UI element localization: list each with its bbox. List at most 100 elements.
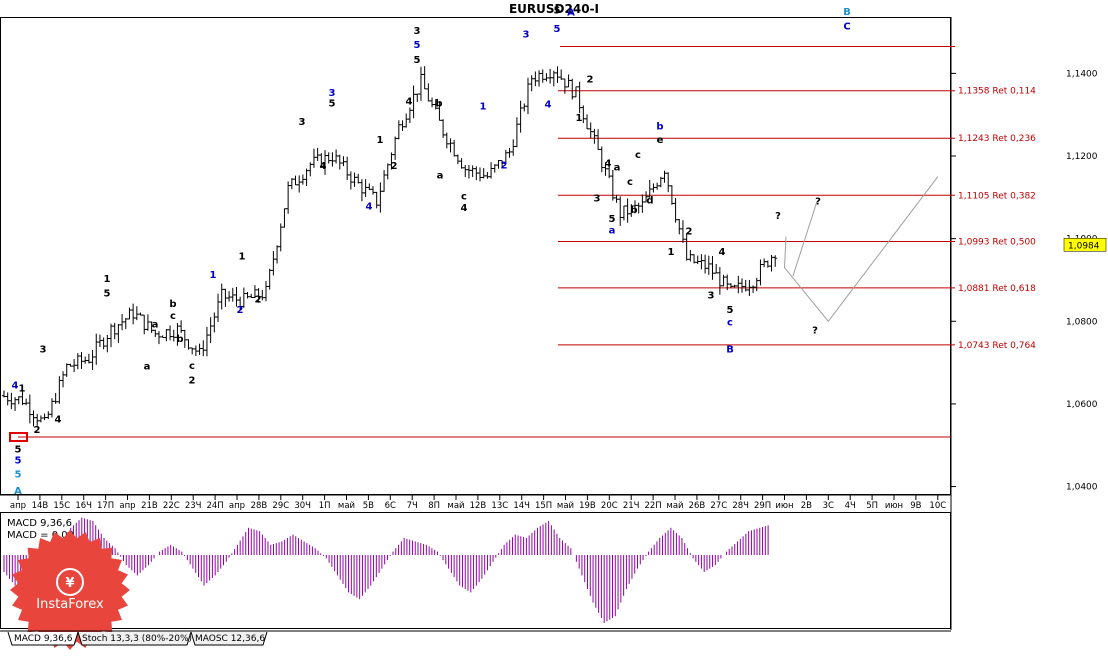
price-tick-label: 1,0400 <box>1066 483 1098 493</box>
time-axis: апр 14В 15С 16Ч 17П апр 21В 22С 23Ч 24П апр 28В 29С 3… <box>0 494 951 511</box>
wave-label: a <box>614 162 621 173</box>
wave-label: 5 <box>15 469 22 480</box>
fib-level-label: 1,0743 Ret 0,764 <box>958 341 1036 351</box>
wave-label: ? <box>815 196 821 207</box>
logo-text: InstaForex <box>36 597 104 612</box>
wave-label: c <box>627 177 633 188</box>
wave-label: 5 <box>414 55 421 66</box>
time-tick-label: 7Ч <box>407 501 418 511</box>
wave-label: c <box>461 191 467 202</box>
wave-label: b <box>656 122 663 133</box>
time-tick-label: 27С <box>710 501 727 511</box>
wave-label: 2 <box>189 375 196 386</box>
wave-label: 1 <box>480 102 487 113</box>
time-tick-label: 20С <box>601 501 618 511</box>
time-tick-label: 30Ч <box>294 501 311 511</box>
time-tick-label: 8П <box>428 501 440 511</box>
wave-label: a <box>152 319 159 330</box>
wave-label: 1 <box>210 270 217 281</box>
wave-label: 3 <box>523 29 530 40</box>
time-tick-label: 23Ч <box>185 501 202 511</box>
price-tick-label: 1,1400 <box>1066 69 1098 79</box>
tab-macd[interactable]: MACD 9,36,6 <box>7 631 79 646</box>
time-tick-label: май <box>557 501 574 511</box>
wave-label: 4 <box>55 415 62 426</box>
time-tick-label: 5В <box>363 501 374 511</box>
wave-label: 5 <box>15 444 22 455</box>
wave-label: b <box>435 98 442 109</box>
wave-label: b <box>169 299 176 310</box>
wave-label: 5 <box>554 5 561 16</box>
tab-maosc[interactable]: MAOSC 12,36,6 <box>190 631 268 646</box>
time-tick-label: 5П <box>866 501 878 511</box>
time-tick-label: 28Ч <box>732 501 749 511</box>
wave-label: 1 <box>377 135 384 146</box>
wave-label: 3 <box>40 344 47 355</box>
time-tick-label: 15П <box>535 501 552 511</box>
wave-label: 5 <box>554 24 561 35</box>
wave-label: 4 <box>605 158 612 169</box>
price-axis: 1,14001,12001,10001,08001,06001,0400 <box>951 69 1098 493</box>
tab-stoch[interactable]: Stoch 13,3,3 (80%-20%) <box>77 631 192 646</box>
time-tick-label: 17П <box>97 501 114 511</box>
time-tick-label: 12В <box>470 501 487 511</box>
current-price-tag: 1,0984 <box>1063 238 1107 252</box>
time-tick-label: май <box>666 501 683 511</box>
wave-label: A <box>567 8 575 19</box>
wave-label: ? <box>775 211 781 222</box>
price-tick-label: 1,0800 <box>1066 317 1098 327</box>
time-tick-label: 22С <box>163 501 180 511</box>
wave-label: ? <box>812 326 818 337</box>
wave-label: 5 <box>104 288 111 299</box>
fib-level-label: 1,0993 Ret 0,500 <box>958 238 1036 248</box>
wave-label: 4 <box>461 203 468 214</box>
time-tick-label: 22П <box>644 501 661 511</box>
fib-level-label: 1,1105 Ret 0,382 <box>958 191 1036 201</box>
svg-text:Stoch 13,3,3 (80%-20%): Stoch 13,3,3 (80%-20%) <box>82 634 192 644</box>
time-tick-label: 14В <box>32 501 49 511</box>
time-tick-label: 21В <box>141 501 158 511</box>
time-tick-label: 28В <box>251 501 268 511</box>
wave-label: 3 <box>708 291 715 302</box>
time-tick-label: 21Ч <box>623 501 640 511</box>
wave-label: 2 <box>587 74 594 85</box>
time-tick-label: 2В <box>801 501 812 511</box>
indicator-tabs: MACD 9,36,6 Stoch 13,3,3 (80%-20%) MAOSC… <box>0 630 951 646</box>
fib-level-label: 1,1358 Ret 0,114 <box>958 87 1036 97</box>
svg-text:¥: ¥ <box>65 576 74 591</box>
time-tick-label: июн <box>885 501 903 511</box>
wave-label: 1 <box>576 113 583 124</box>
wave-label: a <box>144 362 151 373</box>
wave-label: 4 <box>406 96 413 107</box>
macd-panel <box>0 512 951 629</box>
wave-label: b <box>176 334 183 345</box>
wave-label: 1 <box>19 384 26 395</box>
wave-label: c <box>170 311 176 322</box>
price-tick-label: 1,1200 <box>1066 152 1098 162</box>
wave-label: 1 <box>239 251 246 262</box>
time-tick-label: 19В <box>579 501 596 511</box>
wave-label: 5 <box>414 40 421 51</box>
time-tick-label: 9В <box>910 501 921 511</box>
wave-label: b <box>630 205 637 216</box>
wave-label: d <box>646 196 653 207</box>
wave-label: 3 <box>299 117 306 128</box>
wave-label: 5 <box>329 98 336 109</box>
time-tick-label: 10С <box>929 501 946 511</box>
wave-label: c <box>727 317 733 328</box>
fib-level-label: 1,1243 Ret 0,236 <box>958 134 1036 144</box>
time-tick-label: апр <box>229 501 245 511</box>
time-tick-label: 16Ч <box>75 501 92 511</box>
wave-label: 2 <box>34 425 41 436</box>
time-tick-label: 13С <box>491 501 508 511</box>
wave-label: a <box>437 171 444 182</box>
time-tick-label: 6С <box>385 501 396 511</box>
wave-label: e <box>657 135 664 146</box>
price-tick-label: 1,0600 <box>1066 400 1098 410</box>
wave-label: 2 <box>686 227 693 238</box>
wave-label: 3 <box>414 26 421 37</box>
time-tick-label: 24П <box>206 501 223 511</box>
svg-text:MAOSC 12,36,6: MAOSC 12,36,6 <box>195 634 265 644</box>
wave-label: 5 <box>727 305 734 316</box>
wave-label: 4 <box>366 202 373 213</box>
